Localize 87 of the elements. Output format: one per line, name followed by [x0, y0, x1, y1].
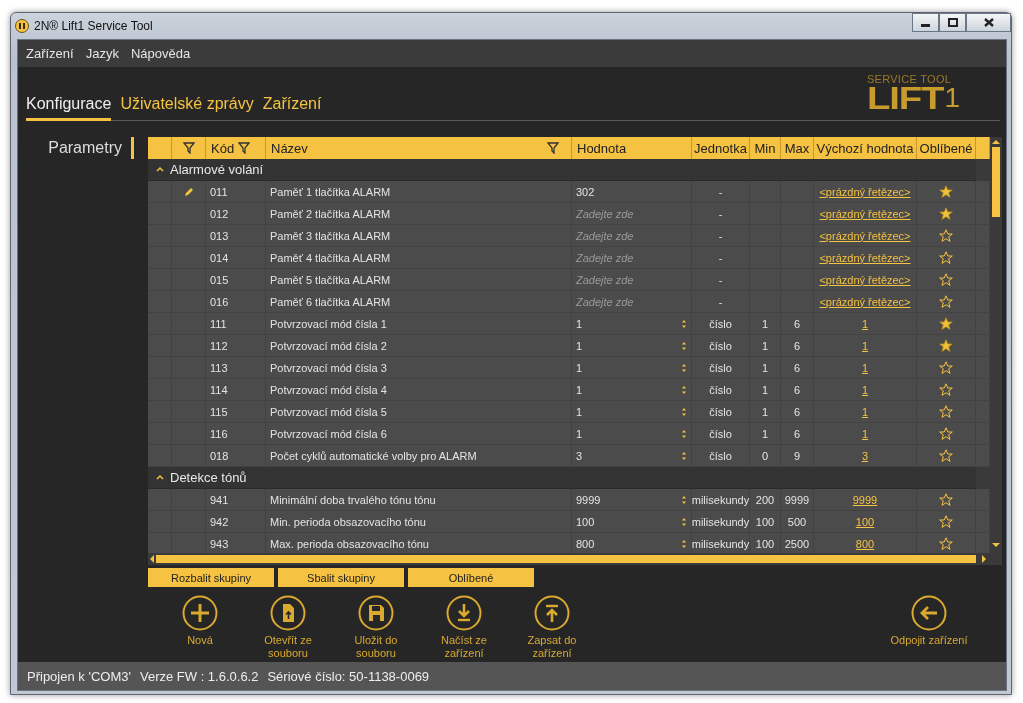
- group-header[interactable]: Detekce tónů: [148, 467, 976, 489]
- filter-icon[interactable]: [547, 142, 559, 154]
- action-button[interactable]: Nová: [156, 595, 244, 660]
- spinner-icon[interactable]: [681, 384, 687, 395]
- window-title: 2N® Lift1 Service Tool: [34, 19, 153, 33]
- chevron-icon[interactable]: [156, 166, 164, 173]
- default-value-link[interactable]: 1: [861, 317, 869, 330]
- star-icon[interactable]: [939, 207, 953, 220]
- tab[interactable]: Konfigurace: [26, 95, 112, 121]
- default-value-link[interactable]: <prázdný řetězec>: [819, 185, 911, 198]
- default-value-link[interactable]: 1: [861, 427, 869, 440]
- group-title: Alarmové volání: [170, 162, 264, 177]
- tab[interactable]: Zařízení: [262, 95, 322, 121]
- status-text: Sériové číslo: 50-1138-0069: [267, 668, 430, 684]
- default-value-link[interactable]: 3: [861, 449, 869, 462]
- tab[interactable]: Uživatelské zprávy: [120, 95, 254, 121]
- star-icon[interactable]: [939, 537, 953, 550]
- spinner-icon[interactable]: [681, 538, 687, 549]
- table-button[interactable]: Rozbalit skupiny: [148, 568, 274, 587]
- default-value-link[interactable]: 800: [855, 537, 875, 550]
- status-text: Verze FW : 1.6.0.6.2: [139, 668, 259, 684]
- star-icon[interactable]: [939, 339, 953, 352]
- logo-subtitle: SERVICE TOOL: [866, 74, 953, 85]
- group-title: Detekce tónů: [170, 470, 247, 485]
- default-value-link[interactable]: 100: [855, 515, 875, 528]
- maximize-icon: [947, 18, 958, 27]
- logo-digit: 1: [944, 85, 960, 111]
- chevron-icon[interactable]: [156, 474, 164, 481]
- star-icon[interactable]: [939, 515, 953, 528]
- default-value-link[interactable]: 1: [861, 339, 869, 352]
- default-value-link[interactable]: 1: [861, 361, 869, 374]
- action-button[interactable]: Uložit do souboru: [332, 595, 420, 660]
- save-icon: [358, 595, 394, 631]
- default-value-link[interactable]: 1: [861, 405, 869, 418]
- spinner-icon[interactable]: [681, 494, 687, 505]
- upload-icon: [534, 595, 570, 631]
- menu-item[interactable]: Zařízení: [20, 46, 80, 61]
- default-value-link[interactable]: 1: [861, 383, 869, 396]
- menu-item[interactable]: Jazyk: [79, 46, 125, 61]
- spinner-icon[interactable]: [681, 428, 687, 439]
- star-icon[interactable]: [939, 427, 953, 440]
- menu-item[interactable]: Nápověda: [124, 46, 197, 61]
- app-icon: [15, 19, 29, 33]
- default-value-link[interactable]: <prázdný řetězec>: [819, 295, 911, 308]
- default-value-link[interactable]: <prázdný řetězec>: [819, 207, 911, 220]
- default-value-link[interactable]: 9999: [852, 493, 878, 506]
- minimize-button[interactable]: [912, 13, 939, 32]
- action-button[interactable]: Odpojit zařízení: [874, 595, 984, 660]
- star-icon[interactable]: [939, 295, 953, 308]
- spinner-icon[interactable]: [681, 406, 687, 417]
- group-header[interactable]: Alarmové volání: [148, 159, 976, 181]
- star-icon[interactable]: [939, 493, 953, 506]
- status-text: Připojen k 'COM3': [27, 668, 131, 684]
- download-icon: [446, 595, 482, 631]
- star-icon[interactable]: [939, 251, 953, 264]
- close-button[interactable]: [966, 13, 1011, 32]
- default-value-link[interactable]: <prázdný řetězec>: [819, 273, 911, 286]
- spinner-icon[interactable]: [681, 450, 687, 461]
- file-icon: [270, 595, 306, 631]
- star-icon[interactable]: [939, 317, 953, 330]
- table-button[interactable]: Oblíbené: [408, 568, 534, 587]
- spinner-icon[interactable]: [681, 516, 687, 527]
- arrow-left-icon: [911, 595, 947, 631]
- filter-icon[interactable]: [182, 142, 195, 154]
- spinner-icon[interactable]: [681, 340, 687, 351]
- filter-icon[interactable]: [238, 142, 251, 154]
- action-button[interactable]: Otevřít ze souboru: [244, 595, 332, 660]
- action-button[interactable]: Zapsat do zařízení: [508, 595, 596, 660]
- star-icon[interactable]: [939, 449, 953, 462]
- action-button[interactable]: Načíst ze zařízení: [420, 595, 508, 660]
- logo-text: LIFT: [866, 85, 944, 111]
- star-icon[interactable]: [939, 361, 953, 374]
- plus-icon: [182, 595, 218, 631]
- default-value-link[interactable]: <prázdný řetězec>: [819, 229, 911, 242]
- star-icon[interactable]: [939, 383, 953, 396]
- sidebar-item[interactable]: Parametry: [18, 137, 134, 159]
- horizontal-scrollbar[interactable]: [148, 553, 1002, 565]
- close-icon: [983, 18, 994, 27]
- star-icon[interactable]: [939, 185, 953, 198]
- maximize-button[interactable]: [939, 13, 966, 32]
- default-value-link[interactable]: <prázdný řetězec>: [819, 251, 911, 264]
- star-icon[interactable]: [939, 405, 953, 418]
- spinner-icon[interactable]: [681, 362, 687, 373]
- star-icon[interactable]: [939, 273, 953, 286]
- star-icon[interactable]: [939, 229, 953, 242]
- spinner-icon[interactable]: [681, 318, 687, 329]
- table-button[interactable]: Sbalit skupiny: [278, 568, 404, 587]
